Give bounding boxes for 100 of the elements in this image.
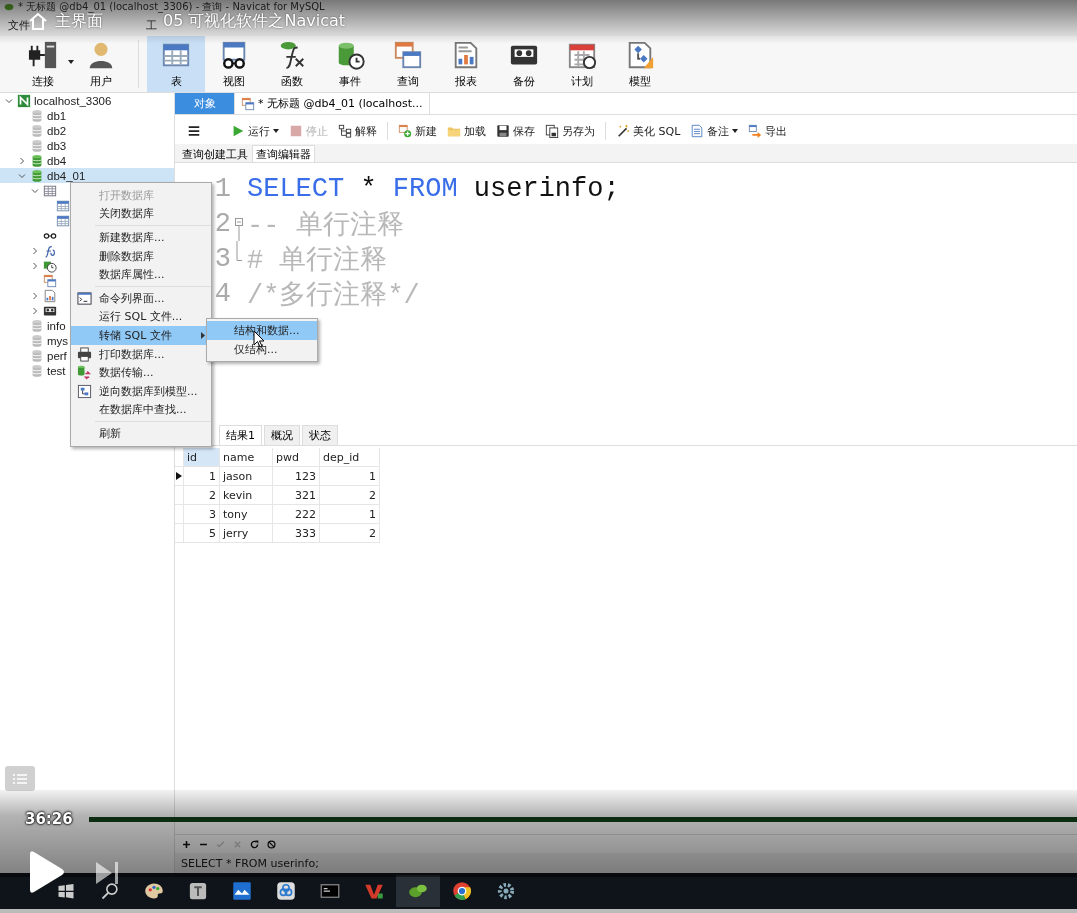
toolbar-button[interactable]: 解释 [336,122,379,140]
database-icon [30,318,44,333]
table-cell: kevin [220,486,273,505]
export-icon [748,124,763,138]
row-pointer-icon [176,472,182,480]
table-icon [43,183,57,198]
text-app-icon [188,881,208,901]
stop-icon [266,838,277,850]
report-icon [43,288,57,303]
tree-item[interactable]: test [0,363,68,378]
toolbar-button[interactable]: 模型 [611,36,669,92]
table-cell: 2 [320,524,380,543]
column-header[interactable]: name [220,448,273,467]
diagram-icon [76,383,92,399]
menu-item[interactable]: 新建数据库... [71,228,211,247]
table-icon [56,213,70,228]
toolbar-button[interactable]: 美化 SQL [614,122,683,140]
note-icon [690,124,705,138]
fold-icon[interactable] [235,218,243,241]
tree-item[interactable]: mys [0,333,71,348]
tree-item[interactable]: db2 [0,123,69,138]
chevron-icon[interactable] [5,96,13,105]
console-icon [320,881,340,901]
toolbar-button[interactable]: 导出 [746,122,790,140]
menu-item[interactable]: 关闭数据库 [71,204,211,224]
stacked-tables-icon [393,39,423,70]
toolbar-button[interactable]: 函数 [263,36,321,92]
table-cell: 1 [320,467,380,486]
menu-item[interactable]: 数据库属性... [71,265,211,284]
menu-item[interactable]: 删除数据库 [71,246,211,266]
toolbar-button[interactable] [181,838,192,850]
table-cell: jerry [220,524,273,543]
search-icon [100,881,120,901]
toolbar-button[interactable]: 保存 [494,122,537,140]
tab[interactable]: 状态 [302,425,338,445]
database-icon [30,168,44,183]
toolbar-button[interactable]: 连接 [14,36,72,92]
database-icon [30,108,44,123]
database-icon [30,333,44,348]
tab[interactable]: 概况 [264,425,300,445]
database-icon [30,123,44,138]
menu-item[interactable]: 工 [144,17,159,33]
taskbar-button[interactable] [396,875,440,907]
line-number: 2 [213,208,231,239]
flowchart-icon [338,124,352,138]
tree-item[interactable]: db4 [0,153,69,168]
toolbar-button[interactable]: 新建 [396,122,439,140]
connection-icon [17,93,31,108]
toolbar-button[interactable]: 运行 [229,122,281,140]
toolbar-button[interactable]: 用户 [72,36,130,92]
tab[interactable]: 查询编辑器 [252,145,315,162]
code-line: /*多行注释*/ [247,279,420,312]
table-cell: 123 [273,467,320,486]
menu-item[interactable]: 命令列界面... [71,288,211,308]
tab[interactable]: 结果1 [219,425,262,445]
table-cell: 222 [273,505,320,524]
tree-item[interactable]: localhost_3306 [0,93,114,108]
play-icon [231,124,245,138]
transfer-icon [76,365,92,381]
code-line: # 单行注释 [247,244,388,277]
database-icon [30,363,44,378]
tree-item[interactable]: db3 [0,138,69,153]
table-cell: jason [220,467,273,486]
column-header[interactable]: pwd [273,448,320,467]
toolbar-button[interactable] [249,838,260,850]
tree-item[interactable]: db4_01 [0,168,174,183]
table-cell: 2 [320,486,380,505]
toolbar-button[interactable]: 表 [147,36,205,92]
menu-item[interactable]: 在数据库中查找... [71,400,211,420]
tree-item[interactable]: perf [0,348,69,363]
browser-icon [452,881,472,901]
menu-item[interactable]: 数据传输... [71,363,211,382]
save-as-icon [545,124,559,138]
leaf-icon [4,2,14,12]
gear-icon [496,881,516,901]
tree-item[interactable]: info [0,318,68,333]
window-title: * 无标题 @db4_01 (localhost_3306) - 查询 - Navicat for MySQL [18,0,325,13]
toolbar-button[interactable]: 视图 [205,36,263,92]
menu-item[interactable]: 文件 [6,17,32,33]
plus-icon [181,838,192,850]
next-button[interactable] [94,860,120,886]
column-header[interactable]: id [184,448,220,467]
tab[interactable]: 查询创建工具 [178,145,252,162]
toolbar-button[interactable]: 备份 [495,36,553,92]
toolbar-button[interactable]: 报表 [437,36,495,92]
toolbar-button[interactable]: 计划 [553,36,611,92]
tree-item[interactable]: db1 [0,108,69,123]
column-header[interactable]: dep_id [320,448,380,467]
menu-item[interactable]: 逆向数据库到模型... [71,381,211,401]
toolbar-button[interactable] [266,838,277,850]
toolbar-button[interactable]: 另存为 [543,122,597,140]
menu-item[interactable]: 刷新 [71,424,211,443]
toolbar-button[interactable]: 加载 [445,122,488,140]
rings-icon [276,881,296,901]
toolbar-button[interactable]: 事件 [321,36,379,92]
toolbar-button[interactable]: 查询 [379,36,437,92]
home-icon[interactable] [28,12,48,30]
list-icon [13,772,27,785]
terminal-icon [76,290,92,306]
toolbar-button[interactable]: 备注 [688,122,741,140]
